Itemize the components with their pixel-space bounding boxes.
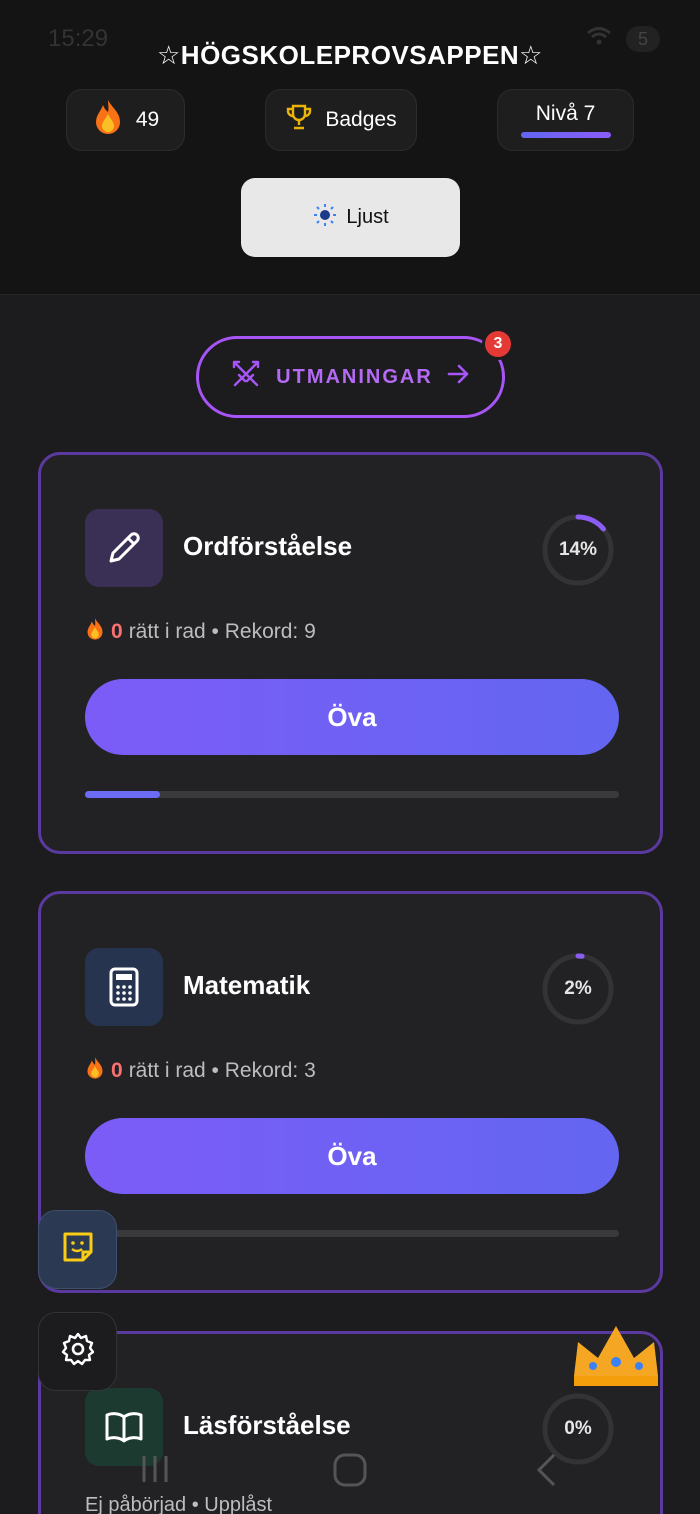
- subject-title: Ordförståelse: [183, 531, 353, 561]
- app-title: ☆HÖGSKOLEPROVSAPPEN☆: [156, 40, 543, 70]
- app-header: 15:29 5 ☆HÖGSKOLEPROVSAPPEN☆ 49 Badges N…: [0, 0, 700, 295]
- recent-apps-icon[interactable]: [140, 1452, 170, 1491]
- notification-badge: 3: [482, 328, 514, 360]
- challenges-button[interactable]: UTMANINGAR: [196, 336, 505, 418]
- streak-text: rätt i rad • Rekord: 9: [128, 620, 316, 643]
- practice-button[interactable]: Öva: [85, 1118, 619, 1194]
- streak-pill[interactable]: 49: [66, 89, 185, 151]
- fire-icon: [85, 617, 105, 647]
- level-pill[interactable]: Nivå 7: [497, 89, 634, 151]
- system-nav-bar: [0, 1440, 700, 1500]
- crown-icon[interactable]: [570, 1320, 662, 1392]
- subject-card-matematik[interactable]: Matematik 2% 0 rätt i rad • Rekord: 3 Öv…: [38, 891, 663, 1293]
- fire-icon: [85, 1056, 105, 1086]
- streak-count: 49: [135, 108, 160, 131]
- badges-label: Badges: [325, 108, 397, 131]
- theme-toggle-button[interactable]: Ljust: [241, 178, 460, 257]
- trophy-icon: [285, 103, 313, 137]
- settings-button[interactable]: [38, 1312, 117, 1391]
- level-progress-bar: [520, 132, 611, 138]
- progress-track: [85, 791, 619, 798]
- streak-text: rätt i rad • Rekord: 3: [128, 1059, 316, 1082]
- swords-icon: [230, 358, 262, 396]
- fire-icon: [92, 98, 124, 142]
- theme-toggle-label: Ljust: [346, 206, 389, 228]
- arrow-right-icon: [447, 363, 471, 391]
- progress-ring: 14%: [541, 513, 615, 587]
- subject-title: Matematik: [183, 970, 311, 1000]
- calculator-icon: [85, 948, 163, 1026]
- subject-card-ordforstaelse[interactable]: Ordförståelse 14% 0 rätt i rad • Rekord:…: [38, 452, 663, 854]
- streak-info: 0 rätt i rad • Rekord: 9: [85, 617, 316, 647]
- smiley-note-button[interactable]: [38, 1210, 117, 1289]
- practice-button[interactable]: Öva: [85, 679, 619, 755]
- badges-button[interactable]: Badges: [265, 89, 417, 151]
- gear-icon: [60, 1331, 96, 1372]
- challenges-label: UTMANINGAR: [276, 365, 433, 388]
- progress-percent: 2%: [564, 978, 592, 999]
- sun-icon: [312, 202, 338, 234]
- back-icon[interactable]: [534, 1452, 558, 1493]
- streak-count: 0: [111, 1059, 123, 1082]
- progress-track: [85, 1230, 619, 1237]
- progress-percent: 14%: [558, 539, 598, 560]
- progress-ring: 2%: [541, 952, 615, 1026]
- smiley-note-icon: [60, 1229, 96, 1270]
- level-label: Nivå 7: [535, 102, 596, 125]
- home-icon[interactable]: [332, 1452, 368, 1493]
- streak-info: 0 rätt i rad • Rekord: 3: [85, 1056, 316, 1086]
- subject-title: Läsförståelse: [183, 1410, 351, 1440]
- streak-count: 0: [111, 620, 123, 643]
- pencil-icon: [85, 509, 163, 587]
- progress-fill: [85, 791, 160, 798]
